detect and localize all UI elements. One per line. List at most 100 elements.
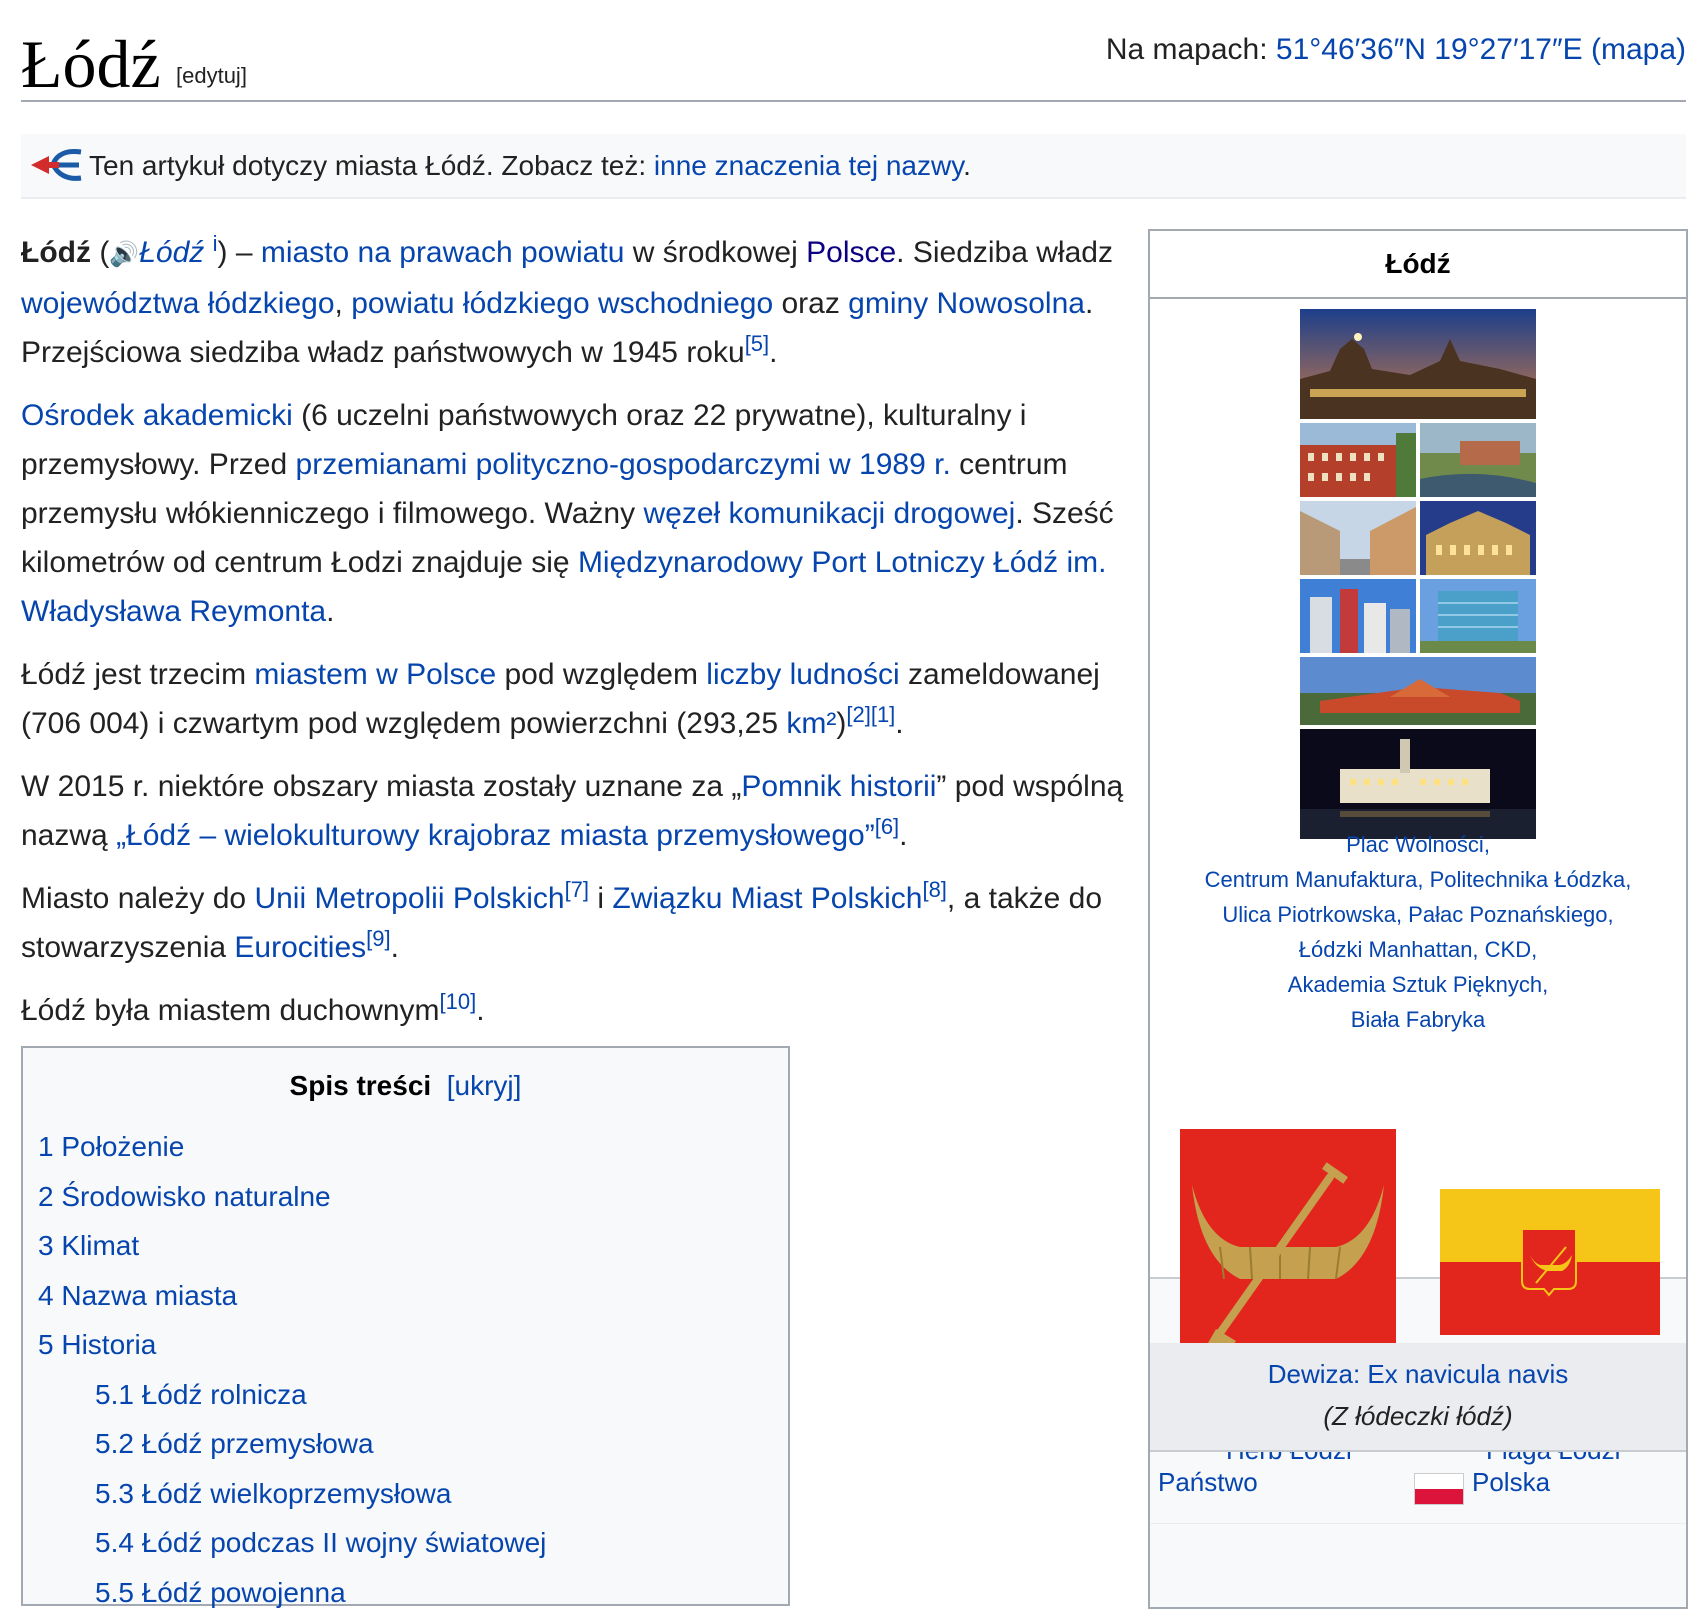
link-zwiazek-miast-polskich[interactable]: Związku Miast Polskich <box>612 882 922 915</box>
text: oraz <box>773 287 848 320</box>
link-przemiany-polityczno-gospodarcze[interactable]: przemianami polityczno-gospodarczymi w 1… <box>296 448 951 481</box>
toc-item[interactable]: 1 Położenie <box>23 1122 788 1172</box>
flag-section <box>1440 1189 1660 1340</box>
link-pomnik-historii[interactable]: Pomnik historii <box>741 770 936 803</box>
link-wielokulturowy-krajobraz[interactable]: „Łódź – wielokulturowy krajobraz miasta … <box>116 819 875 852</box>
toc-item[interactable]: 5.4 Łódź podczas II wojny światowej <box>23 1518 788 1568</box>
caption-line[interactable]: Plac Wolności, <box>1150 827 1686 862</box>
caption-line[interactable]: Centrum Manufaktura, Politechnika Łódzka… <box>1150 862 1686 897</box>
link-polska[interactable]: Polsce <box>806 236 896 269</box>
photo-asp[interactable] <box>1300 657 1536 725</box>
link-osrodek-akademicki[interactable]: Ośrodek akademicki <box>21 399 293 432</box>
infobox-row-label[interactable]: Państwo <box>1158 1467 1258 1498</box>
photo-politechnika[interactable] <box>1420 423 1536 497</box>
caption-line[interactable]: Biała Fabryka <box>1150 1002 1686 1037</box>
caption-line[interactable]: Akademia Sztuk Pięknych, <box>1150 967 1686 1002</box>
toc-link[interactable]: 5.1 Łódź rolnicza <box>95 1379 307 1410</box>
photo-ckd[interactable] <box>1420 579 1536 653</box>
photo-plac-wolnosci[interactable] <box>1300 309 1536 419</box>
toc-item[interactable]: 5.2 Łódź przemysłowa <box>23 1419 788 1469</box>
link-miasto-na-prawach-powiatu[interactable]: miasto na prawach powiatu <box>261 236 625 269</box>
photo-manufaktura[interactable] <box>1300 423 1416 497</box>
link-km2[interactable]: km² <box>786 707 836 740</box>
toc-link[interactable]: 2 Środowisko naturalne <box>38 1181 331 1212</box>
toc-link[interactable]: 5.2 Łódź przemysłowa <box>95 1428 374 1459</box>
toc-title: Spis treści <box>290 1070 432 1101</box>
motto-text[interactable]: Dewiza: Ex navicula navis <box>1150 1353 1686 1395</box>
text: Łódź jest trzecim <box>21 658 254 691</box>
reference-link[interactable]: [5] <box>745 331 769 356</box>
link-wojewodztwo-lodzkie[interactable]: województwa łódzkiego <box>21 287 335 320</box>
link-wezel-komunikacji[interactable]: węzeł komunikacji drogowej <box>643 497 1015 530</box>
text: , <box>335 287 352 320</box>
link-powiat-lodzki-wschodni[interactable]: powiatu łódzkiego wschodniego <box>351 287 773 320</box>
caption-line[interactable]: Ulica Piotrkowska, Pałac Poznańskiego, <box>1150 897 1686 932</box>
toc-item[interactable]: 3 Klimat <box>23 1221 788 1271</box>
toc-link[interactable]: 5.4 Łódź podczas II wojny światowej <box>95 1527 546 1558</box>
gallery-caption: Plac Wolności,Centrum Manufaktura, Polit… <box>1150 827 1686 1037</box>
link-gmina-nowosolna[interactable]: gminy Nowosolna <box>848 287 1085 320</box>
text: Miasto należy do <box>21 882 254 915</box>
link-eurocities[interactable]: Eurocities <box>234 931 366 964</box>
toc-item[interactable]: 2 Środowisko naturalne <box>23 1172 788 1222</box>
link-miasta-w-polsce[interactable]: miastem w Polsce <box>254 658 496 691</box>
infobox-gallery: Plac Wolności,Centrum Manufaktura, Polit… <box>1150 299 1686 1279</box>
toc-toggle-link[interactable]: [ukryj] <box>447 1070 522 1101</box>
toc-item[interactable]: 5.5 Łódź powojenna <box>23 1568 788 1617</box>
reference-link[interactable]: [8] <box>922 877 946 902</box>
reference-link[interactable]: [2] <box>846 702 870 727</box>
speaker-icon[interactable]: 🔊 <box>109 241 139 268</box>
audio-pronunciation-link[interactable]: Łódź <box>139 236 204 269</box>
link-liczba-ludnosci[interactable]: liczby ludności <box>706 658 899 691</box>
reference-link[interactable]: [6] <box>875 814 899 839</box>
toc-number: 3 <box>38 1230 54 1261</box>
coordinates: Na mapach: 51°46′36″N 19°27′17″E (mapa) <box>1106 28 1686 72</box>
toc-number: 5 <box>38 1329 54 1360</box>
flag-image[interactable] <box>1440 1189 1660 1335</box>
caption-line[interactable]: Łódzki Manhattan, CKD, <box>1150 932 1686 967</box>
toc-link[interactable]: 4 Nazwa miasta <box>38 1280 237 1311</box>
photo-biala-fabryka[interactable] <box>1300 729 1536 839</box>
toc-label: Środowisko naturalne <box>61 1181 330 1212</box>
motto-translation: (Z łódeczki łódź) <box>1150 1395 1686 1437</box>
article-body: Łódź (🔊Łódź i) – miasto na prawach powia… <box>21 228 1131 1049</box>
toc-item[interactable]: 5.1 Łódź rolnicza <box>23 1370 788 1420</box>
text: . <box>391 931 399 964</box>
toc-item[interactable]: 4 Nazwa miasta <box>23 1271 788 1321</box>
photo-lodzki-manhattan[interactable] <box>1300 579 1416 653</box>
text: i <box>589 882 612 915</box>
page-header: Łódź [edytuj] Na mapach: 51°46′36″N 19°2… <box>21 28 1686 102</box>
text: W 2015 r. niektóre obszary miasta został… <box>21 770 741 803</box>
disambiguation-icon <box>27 146 83 186</box>
coordinates-link[interactable]: 51°46′36″N 19°27′17″E <box>1276 33 1583 66</box>
reference-link[interactable]: [1] <box>871 702 895 727</box>
text: w środkowej <box>624 236 806 269</box>
toc-link[interactable]: 1 Położenie <box>38 1131 184 1162</box>
infobox-title: Łódź <box>1150 231 1686 299</box>
photo-palac-poznanskiego[interactable] <box>1420 501 1536 575</box>
text: . Siedziba władz <box>896 236 1113 269</box>
photo-piotrkowska[interactable] <box>1300 501 1416 575</box>
reference-link[interactable]: [9] <box>366 926 390 951</box>
text: ) <box>836 707 846 740</box>
disambiguation-link[interactable]: inne znaczenia tej nazwy <box>654 150 963 181</box>
toc-link[interactable]: 3 Klimat <box>38 1230 139 1261</box>
toc-item[interactable]: 5.3 Łódź wielkoprzemysłowa <box>23 1469 788 1519</box>
reference-link[interactable]: [10] <box>440 989 477 1014</box>
toc-label: Łódź rolnicza <box>142 1379 307 1410</box>
toc-link[interactable]: 5.5 Łódź powojenna <box>95 1577 346 1608</box>
text: . <box>326 595 334 628</box>
toc-item[interactable]: 5 Historia <box>23 1320 788 1370</box>
toc-number: 5.3 <box>95 1478 134 1509</box>
infobox-row-value[interactable]: Polska <box>1472 1467 1550 1498</box>
link-unia-metropolii-polskich[interactable]: Unii Metropolii Polskich <box>254 882 564 915</box>
text: . <box>476 994 484 1027</box>
reference-link[interactable]: [7] <box>565 877 589 902</box>
edit-link[interactable]: [edytuj] <box>176 63 247 89</box>
intro-paragraph-2: Ośrodek akademicki (6 uczelni państwowyc… <box>21 391 1131 636</box>
toc-link[interactable]: 5.3 Łódź wielkoprzemysłowa <box>95 1478 451 1509</box>
toc-number: 5.5 <box>95 1577 134 1608</box>
map-link[interactable]: (mapa) <box>1591 33 1686 66</box>
toc-label: Klimat <box>61 1230 139 1261</box>
toc-link[interactable]: 5 Historia <box>38 1329 156 1360</box>
